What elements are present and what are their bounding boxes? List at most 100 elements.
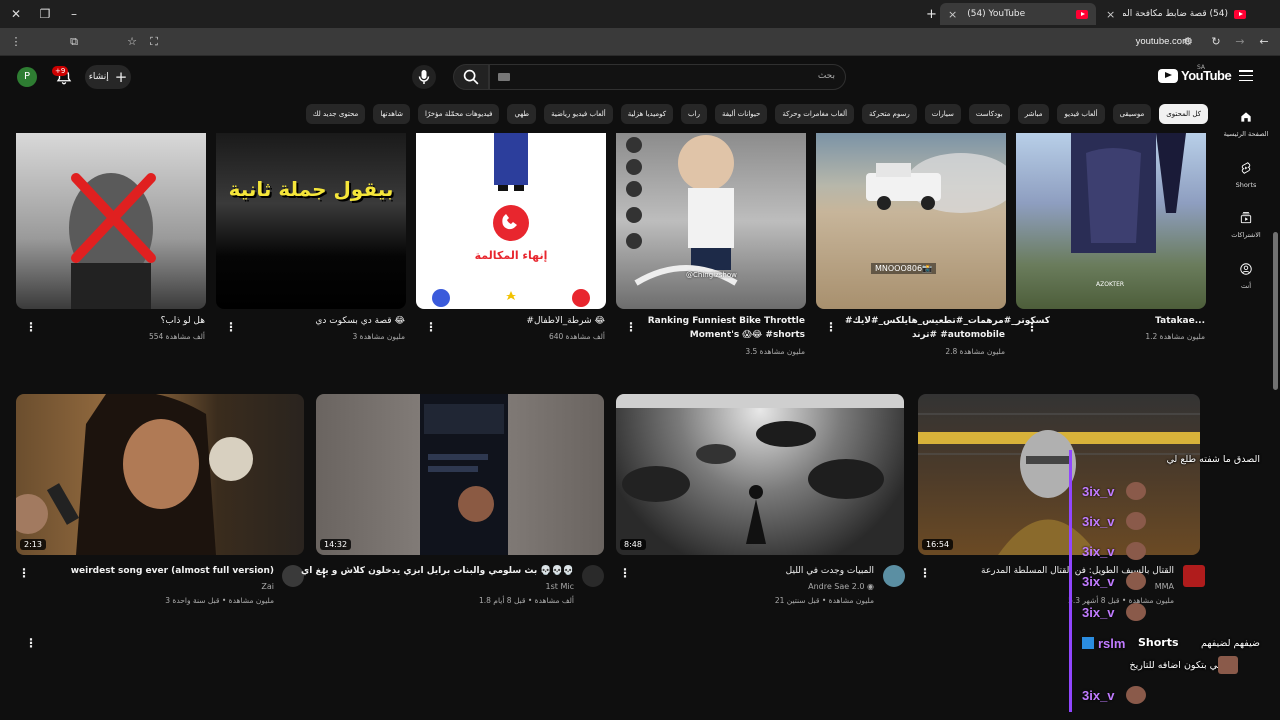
chat-emote [1126, 603, 1146, 621]
singer-illustration [16, 394, 253, 555]
short-thumbnail[interactable]: بيقول جملة ثانية [216, 133, 406, 309]
chip[interactable]: طهي [507, 104, 537, 124]
forward-icon[interactable]: → [1232, 34, 1248, 50]
screenshot-icon[interactable]: ⛶ [146, 34, 162, 50]
channel-avatar[interactable] [883, 565, 905, 587]
account-avatar[interactable]: P [17, 67, 37, 87]
search-input[interactable]: بحث [489, 64, 846, 90]
video-channel[interactable]: Zai [261, 582, 274, 591]
video-channel[interactable]: Andre Sae 2.0 ◉ [808, 582, 874, 591]
chip-all[interactable]: كل المحتوى [1159, 104, 1208, 124]
chip[interactable]: موسيقى [1112, 104, 1152, 124]
video-duration: 8:48 [620, 539, 646, 550]
chat-emote [1126, 542, 1146, 560]
short-title[interactable]: #شرطة_الاطفال 😂 [455, 314, 605, 328]
chip[interactable]: محتوى جديد لك [305, 104, 366, 124]
tab-title: (54) YouTube [967, 9, 1026, 19]
short-views: 2.8 مليون مشاهدة [945, 347, 1005, 356]
bookmark-star-icon[interactable]: ☆ [124, 34, 140, 50]
chip[interactable]: ألعاب فيديو رياضية [544, 104, 613, 124]
more-options-icon[interactable]: ⋮ [625, 320, 637, 334]
chip[interactable]: كوميديا هزلية [620, 104, 674, 124]
video-channel[interactable]: 1st Mic [546, 582, 574, 591]
more-options-icon[interactable]: ⋮ [1026, 320, 1038, 334]
shorts-icon [1241, 162, 1251, 174]
you-icon [1240, 263, 1252, 275]
menu-dots-icon[interactable]: ⋮ [8, 34, 24, 50]
tab-video[interactable]: × (54) قصة ضابط مكافحة المخدرات [1098, 3, 1254, 25]
search-button[interactable] [453, 64, 489, 90]
more-options-icon[interactable]: ⋮ [25, 636, 37, 650]
maximize-window-icon[interactable]: ❐ [37, 6, 53, 22]
short-thumbnail[interactable] [16, 133, 206, 309]
short-title[interactable]: Ranking Funniest Bike Throttle Moment's … [645, 314, 805, 342]
chip[interactable]: بودكاست [968, 104, 1010, 124]
create-button[interactable]: إنشاء + [85, 65, 131, 89]
more-options-icon[interactable]: ⋮ [919, 566, 931, 580]
page-scrollbar[interactable] [1272, 100, 1280, 720]
chat-username: 3ix_v [1082, 544, 1115, 559]
youtube-play-logo-icon [1158, 68, 1178, 83]
chip[interactable]: رسوم متحركة [862, 104, 917, 124]
chip[interactable]: حيوانات أليفة [714, 104, 768, 124]
chat-username: 3ix_v [1082, 574, 1115, 589]
thumbnail-overlay-text: إنهاء المكالمة [474, 249, 548, 262]
more-options-icon[interactable]: ⋮ [25, 320, 37, 334]
video-title[interactable]: المبيات وجدت في الليل [786, 566, 874, 576]
close-window-icon[interactable]: ✕ [8, 6, 24, 22]
more-options-icon[interactable]: ⋮ [825, 320, 837, 334]
bike-levels-illustration [626, 135, 738, 286]
guide-item-shorts[interactable]: Shorts [1222, 161, 1270, 189]
voice-search-button[interactable] [412, 65, 436, 89]
back-icon[interactable]: ← [1256, 34, 1272, 50]
video-meta: 21 مليون مشاهدة • قبل سنتين [774, 596, 874, 605]
video-thumbnail[interactable]: 2:13 [16, 394, 304, 555]
guide-item-you[interactable]: أنت [1222, 262, 1270, 290]
more-options-icon[interactable]: ⋮ [225, 320, 237, 334]
bulls-illustration [616, 394, 904, 544]
chip[interactable]: سيارات [924, 104, 961, 124]
short-thumbnail[interactable]: MNOOO806📸 [816, 133, 1006, 309]
pickup-truck-illustration [866, 153, 1006, 213]
video-thumbnail[interactable]: 8:48 [616, 394, 904, 555]
guide-label: Shorts [1235, 181, 1257, 189]
video-title[interactable]: weirdest song ever (almost full version) [71, 566, 274, 576]
guide-item-home[interactable]: الصفحة الرئيسية [1222, 110, 1270, 138]
more-options-icon[interactable]: ⋮ [425, 320, 437, 334]
video-title[interactable]: بث سلومي والبنات برايل ابزي يدخلون كلاش … [301, 566, 574, 576]
reload-icon[interactable]: ↻ [1208, 34, 1224, 50]
more-options-icon[interactable]: ⋮ [18, 566, 30, 580]
short-thumbnail[interactable]: AZOKTER [1016, 133, 1206, 309]
minimize-window-icon[interactable]: – [66, 6, 82, 22]
scrollbar-thumb[interactable] [1273, 232, 1278, 390]
chip[interactable]: ألعاب مغامرات وحركة [775, 104, 855, 124]
short-title[interactable]: قصة دي بسكوت دي 😂 [255, 314, 405, 328]
youtube-favicon-icon [1076, 9, 1088, 19]
guide-item-subscriptions[interactable]: الاشتراكات [1222, 211, 1270, 239]
tab-youtube[interactable]: × (54) YouTube [940, 3, 1096, 25]
youtube-logo[interactable]: YouTube SA [1158, 64, 1232, 83]
chip[interactable]: مباشر [1017, 104, 1050, 124]
short-title[interactable]: #كسكوتر_#مرهمات_#تطعيس_هايلكس_#لايك #ترن… [845, 314, 1050, 342]
short-thumbnail[interactable]: إنهاء المكالمة [416, 133, 606, 309]
tab-close-icon[interactable]: × [1106, 8, 1115, 21]
video-thumbnail[interactable]: 14:32 [316, 394, 604, 555]
guide-menu-icon[interactable] [1239, 70, 1253, 82]
tab-close-icon[interactable]: × [948, 8, 957, 21]
plus-icon: + [114, 67, 128, 86]
chat-emote [1126, 512, 1146, 530]
end-call-illustration [432, 133, 590, 307]
channel-avatar[interactable] [582, 565, 604, 587]
chip[interactable]: ألعاب فيديو [1057, 104, 1105, 124]
more-options-icon[interactable]: ⋮ [619, 566, 631, 580]
short-title[interactable]: هل لو ذاب؟ [55, 314, 205, 328]
short-views: 640 ألف مشاهدة [548, 332, 605, 341]
chip[interactable]: شاهدتها [373, 104, 410, 124]
chip[interactable]: راب [681, 104, 707, 124]
site-settings-icon[interactable]: ⚙ [1180, 34, 1196, 50]
short-title[interactable]: Tatakae... [1055, 314, 1205, 328]
keyboard-icon[interactable] [498, 73, 510, 81]
short-thumbnail[interactable]: @Chingizshow [616, 133, 806, 309]
extensions-icon[interactable]: ⧉ [66, 34, 82, 50]
chip[interactable]: فيديوهات محمّلة مؤخرًا [417, 104, 500, 124]
